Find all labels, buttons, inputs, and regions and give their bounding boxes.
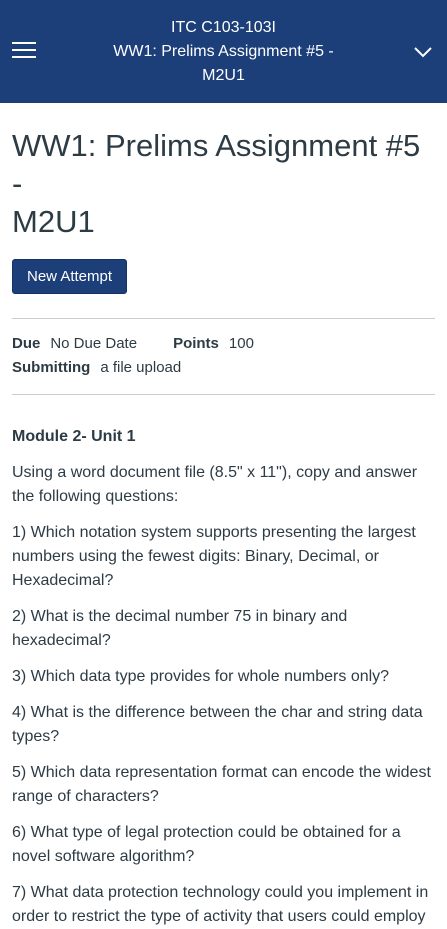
hamburger-icon[interactable] [12,42,36,62]
details-row-1: Due No Due Date Points 100 [12,332,435,356]
submitting-label: Submitting [12,359,91,376]
top-bar: ITC C103-103I WW1: Prelims Assignment #5… [0,0,447,103]
question-item: 1) Which notation system supports presen… [12,524,416,589]
assignment-details: Due No Due Date Points 100 Submitting a file… [12,318,435,395]
points-value: 100 [228,335,254,352]
details-row-2: Submitting a file upload [12,356,435,380]
question-item: 3) Which data type provides for whole nu… [12,668,390,685]
page-title-line2: M2U1 [12,204,95,239]
main-content: WW1: Prelims Assignment #5 - M2U1 New At… [0,127,447,929]
page-title-line1: WW1: Prelims Assignment #5 - [12,128,421,201]
question-item: 7) What data protection technology could… [12,884,429,925]
due-label: Due [12,335,41,352]
assignment-description: Module 2- Unit 1 Using a word document f… [12,425,435,929]
question-item: 5) Which data representation format can … [12,764,431,805]
new-attempt-button[interactable]: New Attempt [12,259,128,294]
points-label: Points [173,335,219,352]
question-item: 6) What type of legal protection could b… [12,824,401,865]
page-title: WW1: Prelims Assignment #5 - M2U1 [12,127,435,241]
course-name: ITC C103-103I [171,18,276,36]
intro-text: Using a word document file (8.5" x 11"),… [12,464,418,505]
module-heading: Module 2- Unit 1 [12,428,136,445]
submitting-value: a file upload [100,359,182,376]
header-title-line1: WW1: Prelims Assignment #5 - [113,42,334,60]
header-title-block: ITC C103-103I WW1: Prelims Assignment #5… [99,16,349,88]
due-value: No Due Date [50,335,138,352]
header-title-line2: M2U1 [202,66,245,84]
question-item: 2) What is the decimal number 75 in bina… [12,608,348,649]
question-item: 4) What is the difference between the ch… [12,704,423,745]
chevron-down-icon[interactable] [413,42,433,62]
